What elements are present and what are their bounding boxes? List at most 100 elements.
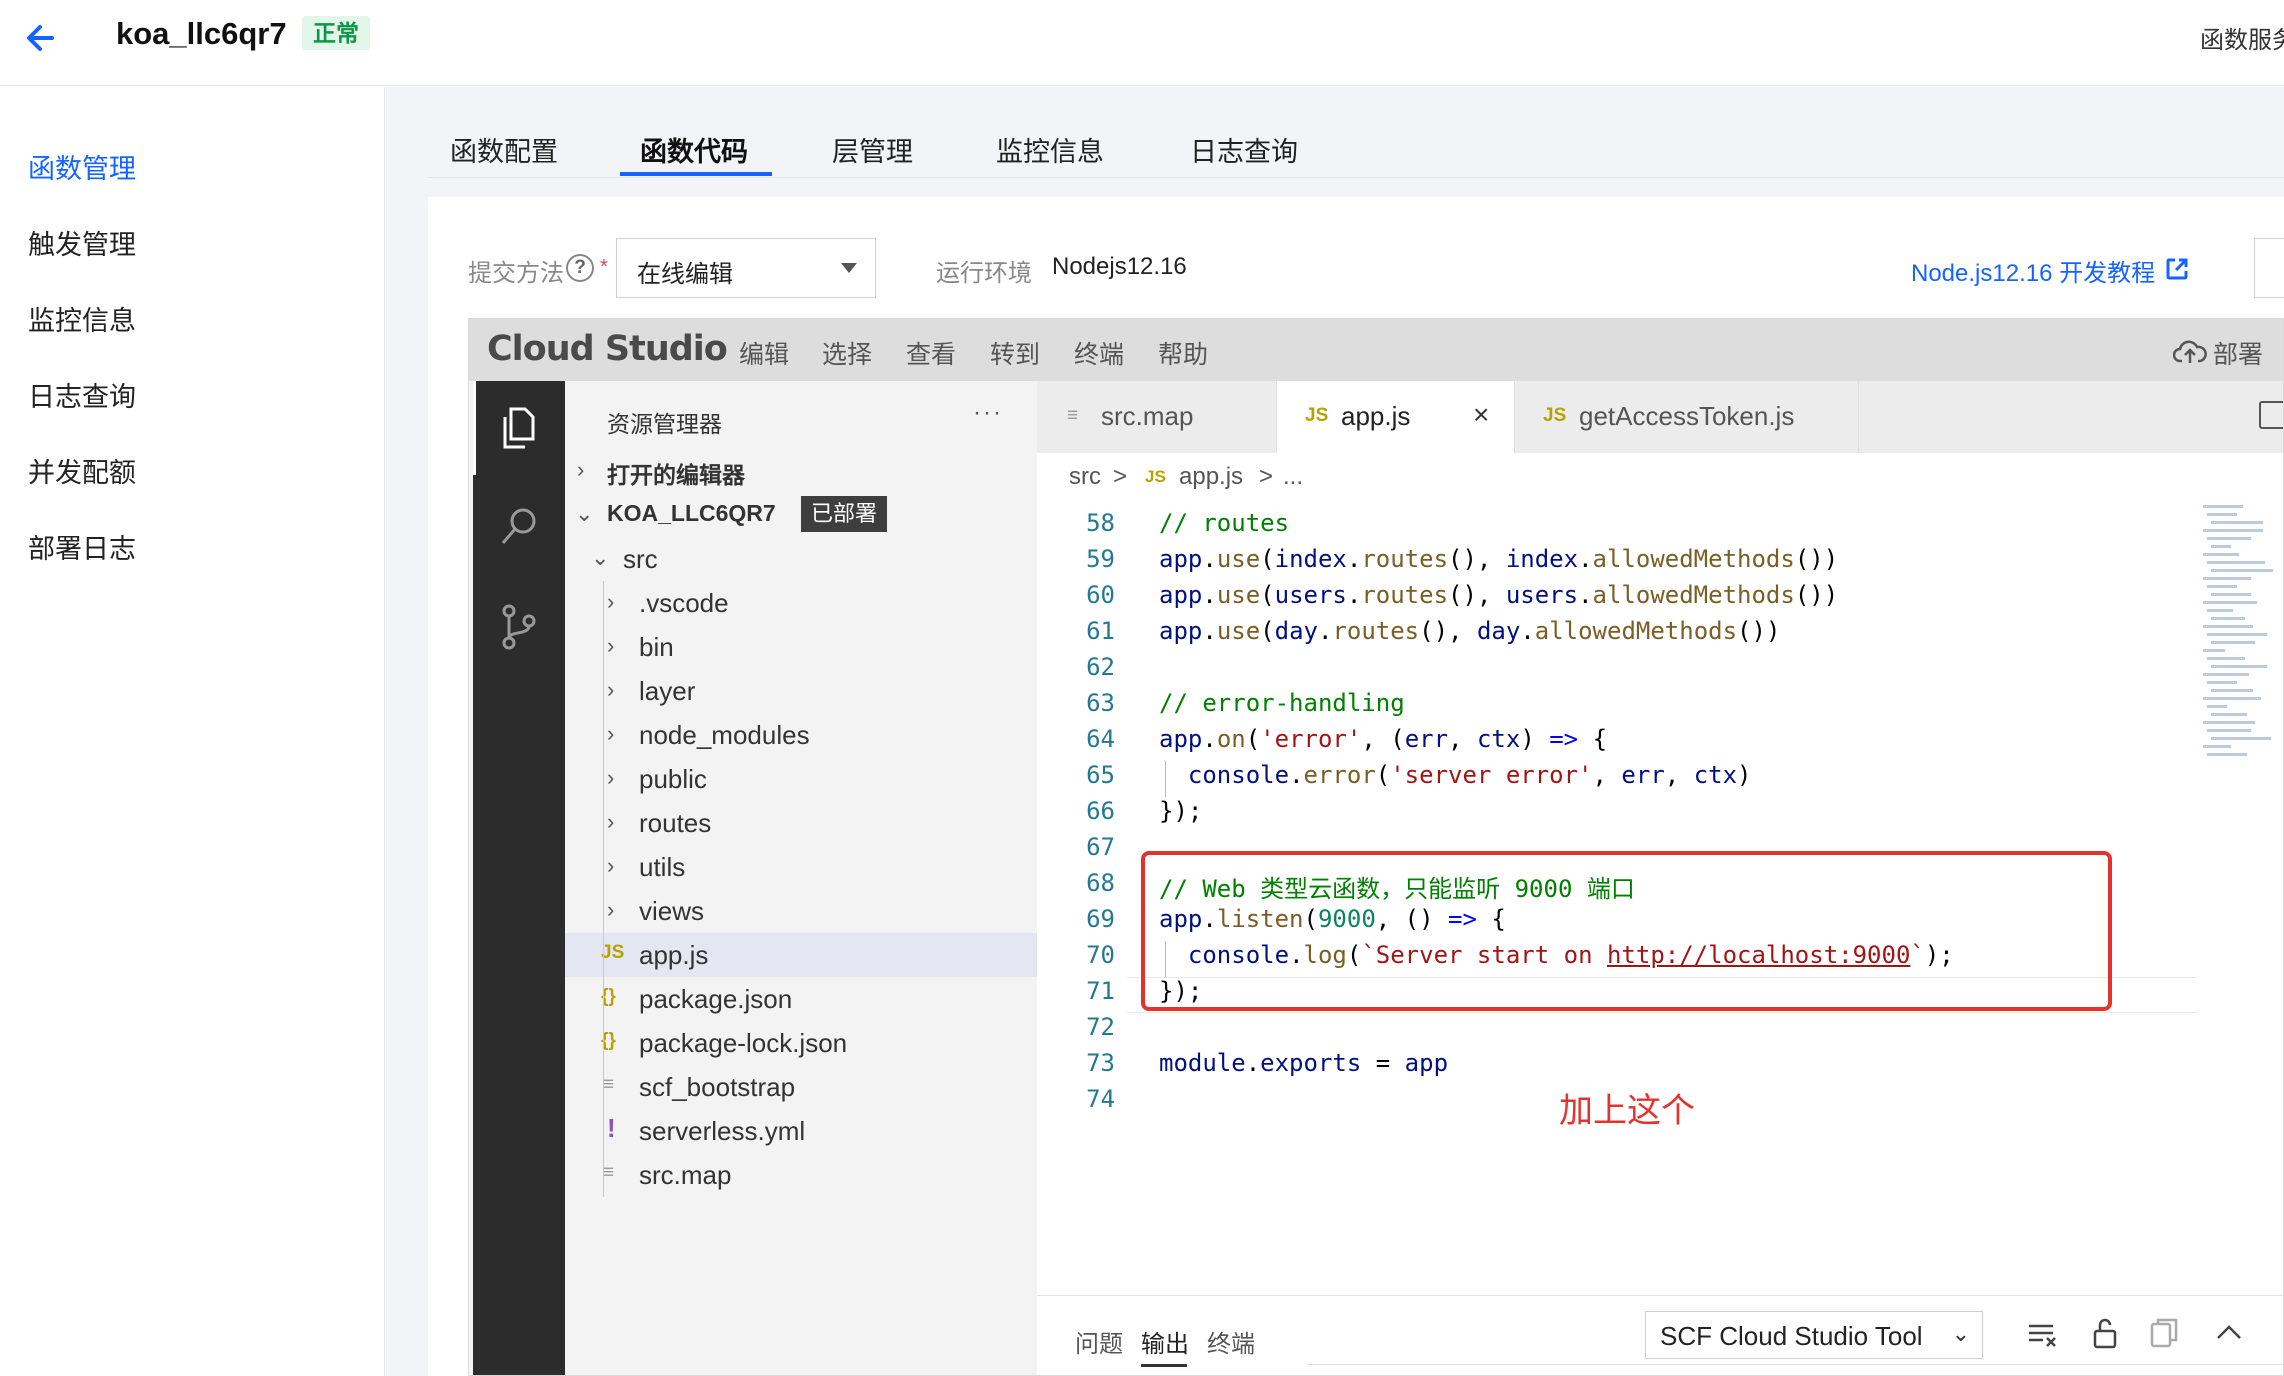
- breadcrumb-symbol[interactable]: ...: [1283, 463, 1303, 491]
- clear-output-icon[interactable]: [2027, 1320, 2059, 1355]
- tree-file-src-map[interactable]: ≡ src.map: [565, 1153, 1037, 1197]
- annotation-text: 加上这个: [1559, 1092, 1695, 1130]
- yaml-file-icon: !: [607, 1113, 616, 1143]
- tab-function-code[interactable]: 函数代码: [640, 130, 748, 169]
- project-folder[interactable]: ⌄ KOA_LLC6QR7 已部署: [565, 493, 1037, 537]
- tab-layer-management[interactable]: 层管理: [832, 130, 913, 169]
- tree-folder-src[interactable]: ⌄ src: [565, 537, 1037, 581]
- editor-tab-label: getAccessToken.js: [1579, 401, 1795, 431]
- sidebar-item-deploy-log[interactable]: 部署日志: [28, 527, 136, 566]
- tree-folder-bin[interactable]: › bin: [565, 625, 1037, 669]
- tree-file-package-lock-json[interactable]: {} package-lock.json: [565, 1021, 1037, 1065]
- editor-tab-src-map[interactable]: ≡ src.map: [1037, 381, 1277, 453]
- sidebar-item-function-management[interactable]: 函数管理: [28, 147, 136, 186]
- line-number: 69: [1086, 905, 1115, 933]
- tree-file-scf-bootstrap[interactable]: ≡ scf_bootstrap: [565, 1065, 1037, 1109]
- code-line: 58 // routes: [1037, 509, 2197, 545]
- panel-tab-indicator: [1141, 1364, 1187, 1367]
- breadcrumb-src[interactable]: src: [1069, 463, 1101, 491]
- open-editors-section[interactable]: › 打开的编辑器: [565, 449, 1037, 493]
- minimap-line: [2211, 593, 2251, 596]
- tree-item-label: .vscode: [639, 588, 729, 618]
- panel-action-button[interactable]: [2254, 238, 2284, 298]
- tree-folder-views[interactable]: › views: [565, 889, 1037, 933]
- tab-function-config[interactable]: 函数配置: [450, 130, 558, 169]
- editor-tab-get-access-token[interactable]: JS getAccessToken.js: [1515, 381, 1859, 453]
- more-icon[interactable]: ···: [973, 399, 1003, 427]
- ide-logo: Cloud Studio: [487, 329, 728, 369]
- tree-folder-vscode[interactable]: › .vscode: [565, 581, 1037, 625]
- minimap-line: [2207, 633, 2267, 636]
- minimap-line: [2207, 681, 2237, 684]
- menu-help[interactable]: 帮助: [1158, 335, 1208, 371]
- minimap-line: [2211, 665, 2267, 668]
- close-icon[interactable]: ×: [1473, 399, 1489, 431]
- back-arrow-icon[interactable]: [22, 18, 62, 58]
- output-channel-select[interactable]: SCF Cloud Studio Tool ⌄: [1645, 1311, 1983, 1359]
- minimap-line: [2203, 553, 2239, 556]
- menu-view[interactable]: 查看: [906, 335, 956, 371]
- editor-tab-app-js[interactable]: JS app.js ×: [1277, 381, 1515, 453]
- minimap-line: [2203, 601, 2257, 604]
- cloud-upload-icon[interactable]: [2172, 337, 2207, 370]
- line-number: 70: [1086, 941, 1115, 969]
- sidebar-item-trigger-management[interactable]: 触发管理: [28, 223, 136, 262]
- submit-method-select[interactable]: 在线编辑: [616, 238, 876, 298]
- tree-folder-routes[interactable]: › routes: [565, 801, 1037, 845]
- sidebar: 函数管理 触发管理 监控信息 日志查询 并发配额 部署日志: [0, 87, 385, 1376]
- code-text: app.use(day.routes(), day.allowedMethods…: [1159, 617, 1781, 645]
- minimap[interactable]: [2197, 499, 2283, 819]
- tab-monitoring[interactable]: 监控信息: [996, 130, 1104, 169]
- explorer-icon[interactable]: [491, 399, 547, 455]
- tree-folder-utils[interactable]: › utils: [565, 845, 1037, 889]
- chevron-down-icon: ⌄: [1951, 1321, 1970, 1346]
- code-text: // routes: [1159, 509, 1290, 537]
- external-link-icon[interactable]: [2165, 257, 2189, 286]
- tutorial-link[interactable]: Node.js12.16 开发教程: [1911, 253, 2155, 288]
- sidebar-item-log-query[interactable]: 日志查询: [28, 375, 136, 414]
- help-icon[interactable]: ?: [566, 254, 594, 282]
- menu-goto[interactable]: 转到: [990, 335, 1040, 371]
- panel-tab-output[interactable]: 输出: [1141, 1324, 1189, 1359]
- code-text: // error-handling: [1159, 689, 1405, 717]
- panel-tab-problems[interactable]: 问题: [1075, 1324, 1123, 1359]
- menu-edit[interactable]: 编辑: [739, 335, 789, 371]
- js-file-icon: JS: [1305, 405, 1329, 426]
- menu-terminal[interactable]: 终端: [1074, 335, 1124, 371]
- tree-file-app-js[interactable]: JS app.js: [565, 933, 1037, 977]
- bottom-panel: 问题 输出 终端 SCF Cloud Studio Tool ⌄: [1037, 1295, 2283, 1375]
- chevron-right-icon: ›: [607, 765, 615, 790]
- service-link[interactable]: 函数服务: [2200, 20, 2284, 55]
- sidebar-item-monitoring[interactable]: 监控信息: [28, 299, 136, 338]
- code-text: });: [1159, 797, 1203, 825]
- minimap-line: [2203, 745, 2231, 748]
- deploy-button[interactable]: 部署: [2213, 335, 2263, 371]
- copy-icon[interactable]: [2149, 1316, 2179, 1355]
- line-number: 63: [1086, 689, 1115, 717]
- chevron-down-icon: ⌄: [591, 545, 610, 570]
- tree-file-package-json[interactable]: {} package.json: [565, 977, 1037, 1021]
- breadcrumb-app-js[interactable]: app.js: [1179, 463, 1243, 491]
- activity-active-indicator: [473, 381, 476, 475]
- tab-log-query[interactable]: 日志查询: [1190, 130, 1298, 169]
- tree-file-serverless-yml[interactable]: ! serverless.yml: [565, 1109, 1037, 1153]
- tree-folder-public[interactable]: › public: [565, 757, 1037, 801]
- annotation-highlight-box: [1141, 851, 2112, 1011]
- source-control-icon[interactable]: [491, 599, 547, 655]
- sidebar-item-concurrency[interactable]: 并发配额: [28, 451, 136, 490]
- tree-item-label: package.json: [639, 984, 793, 1014]
- tree-folder-layer[interactable]: › layer: [565, 669, 1037, 713]
- line-number: 58: [1086, 509, 1115, 537]
- search-icon[interactable]: [491, 499, 547, 555]
- chevron-up-icon[interactable]: [2215, 1322, 2243, 1347]
- menu-select[interactable]: 选择: [822, 335, 872, 371]
- tree-folder-node-modules[interactable]: › node_modules: [565, 713, 1037, 757]
- chevron-right-icon: ›: [607, 853, 615, 878]
- minimap-line: [2207, 513, 2237, 516]
- line-number: 72: [1086, 1013, 1115, 1041]
- breadcrumb-separator: >: [1259, 463, 1274, 490]
- panel-tab-terminal[interactable]: 终端: [1207, 1324, 1255, 1359]
- split-editor-icon[interactable]: [2259, 401, 2283, 429]
- file-explorer: 资源管理器 ··· › 打开的编辑器 ⌄ KOA_LLC6QR7 已部署 ⌄ s…: [565, 381, 1037, 1375]
- lock-icon[interactable]: [2091, 1316, 2119, 1355]
